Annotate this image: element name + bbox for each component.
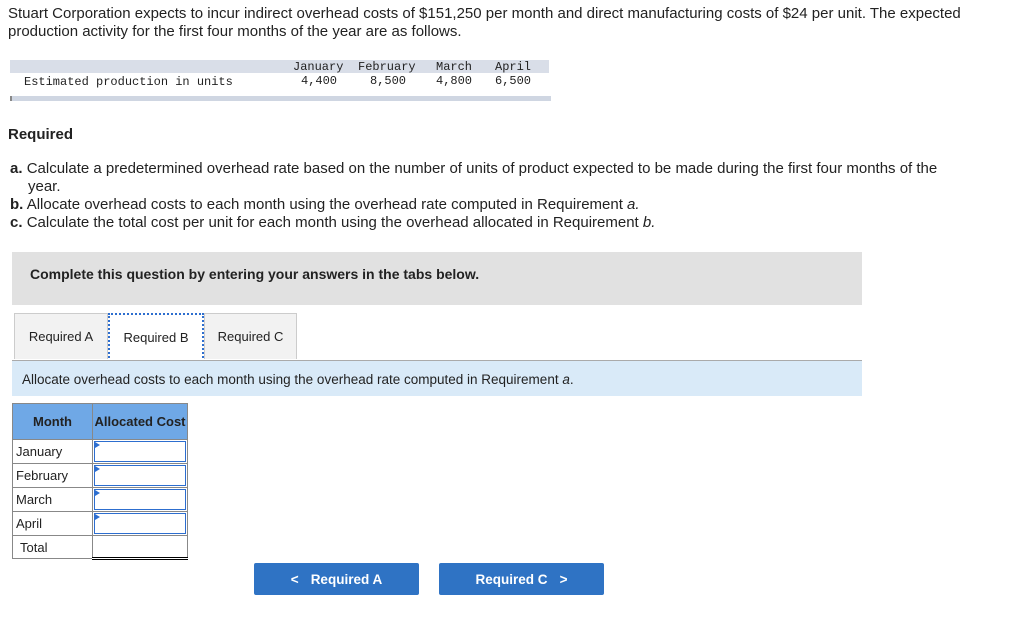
table-row: March: [12, 487, 188, 512]
value: 4,400: [301, 74, 338, 88]
tab-required-a[interactable]: Required A: [14, 313, 108, 359]
production-table: January February March April Estimated p…: [10, 60, 551, 101]
table-row: April: [12, 511, 188, 536]
chevron-right-icon: >: [559, 571, 568, 587]
requirements-list: a. Calculate a predetermined overhead ra…: [10, 160, 960, 232]
requirement-a: a. Calculate a predetermined overhead ra…: [10, 160, 938, 195]
month-header: April: [495, 60, 532, 74]
total-row: Total: [12, 535, 188, 560]
table-row: January: [12, 439, 188, 464]
requirement-c: c. Calculate the total cost per unit for…: [10, 214, 656, 231]
value: 6,500: [495, 74, 532, 88]
header-month: Month: [12, 403, 93, 440]
tab-required-b[interactable]: Required B: [108, 313, 204, 362]
chevron-left-icon: <: [290, 571, 299, 587]
requirement-b: b. Allocate overhead costs to each month…: [10, 196, 640, 213]
value: 8,500: [370, 74, 407, 88]
table-row: February: [12, 463, 188, 488]
prev-required-a-button[interactable]: < Required A: [254, 563, 419, 595]
total-value: [92, 535, 188, 560]
table-footer-bar: [10, 96, 551, 101]
value: 4,800: [436, 74, 473, 88]
allocation-table: Month Allocated Cost January February Mar…: [12, 403, 188, 560]
month-header: January: [293, 60, 344, 74]
allocated-cost-input-february[interactable]: [94, 465, 186, 486]
tab-instruction: Allocate overhead costs to each month us…: [12, 361, 862, 396]
tab-required-c[interactable]: Required C: [204, 313, 297, 359]
allocated-cost-input-march[interactable]: [94, 489, 186, 510]
month-header: February: [358, 60, 416, 74]
month-header: March: [436, 60, 473, 74]
header-allocated-cost: Allocated Cost: [92, 403, 188, 440]
instructions-banner: Complete this question by entering your …: [12, 252, 862, 305]
next-required-c-button[interactable]: Required C >: [439, 563, 604, 595]
required-heading: Required: [8, 126, 74, 143]
allocated-cost-input-january[interactable]: [94, 441, 186, 462]
row-label: Estimated production in units: [24, 75, 233, 89]
allocated-cost-input-april[interactable]: [94, 513, 186, 534]
problem-intro: Stuart Corporation expects to incur indi…: [8, 5, 961, 40]
